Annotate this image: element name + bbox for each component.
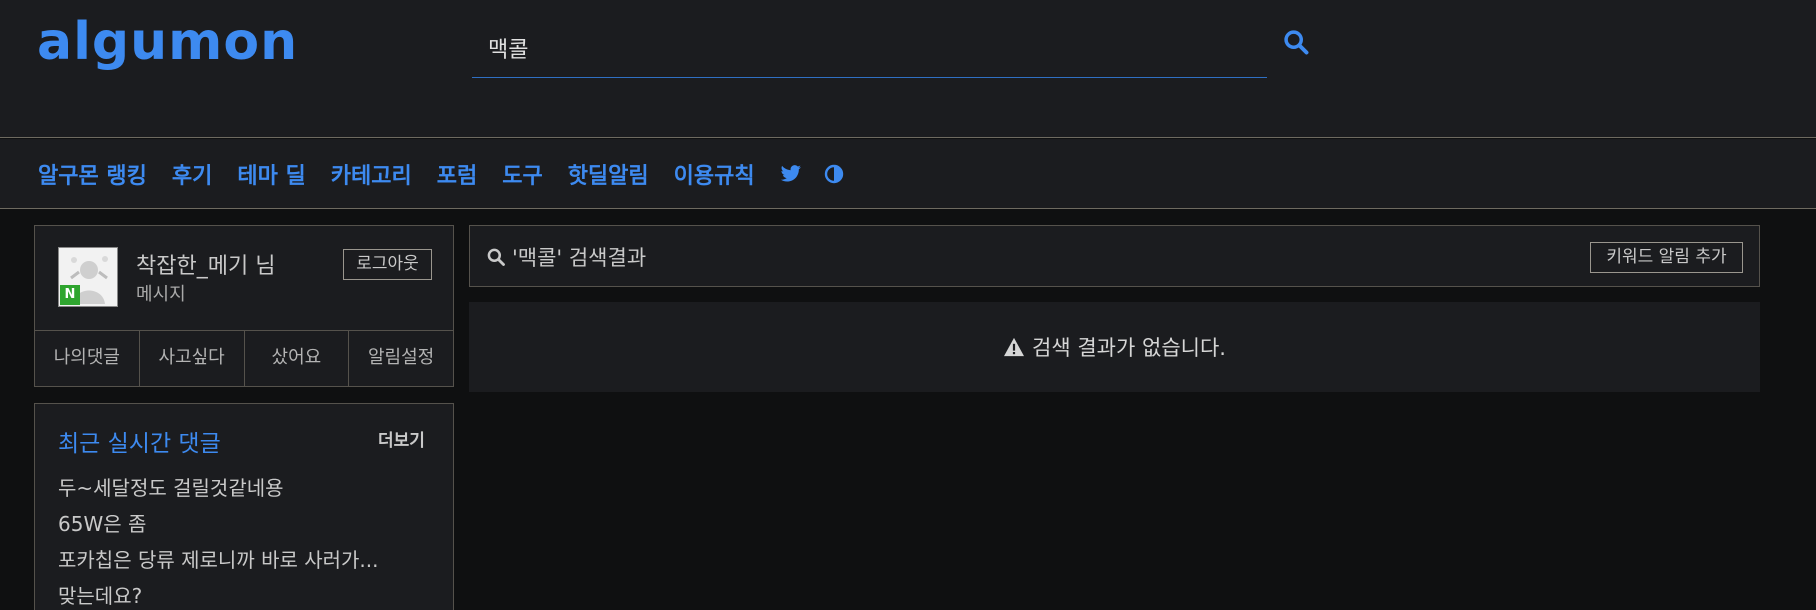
search-bar [472, 24, 1267, 78]
user-name: 착잡한_메기 님 [136, 254, 276, 279]
warning-icon [1003, 337, 1025, 357]
tab-want-to-buy[interactable]: 사고싶다 [140, 331, 245, 386]
site-logo[interactable]: algumon [37, 16, 298, 68]
tab-my-comments[interactable]: 나의댓글 [35, 331, 140, 386]
tab-alert-settings[interactable]: 알림설정 [349, 331, 453, 386]
tab-bought[interactable]: 샀어요 [245, 331, 350, 386]
list-item[interactable]: 맞는데요? [58, 578, 438, 610]
nav-item-hotdeal-alerts[interactable]: 핫딜알림 [568, 158, 649, 190]
results-title: '맥콜' 검색결과 [512, 246, 647, 270]
main-nav: 알구몬 랭킹 후기 테마 딜 카테고리 포럼 도구 핫딜알림 이용규칙 [0, 139, 1816, 209]
search-button[interactable] [1282, 28, 1314, 60]
new-badge: N [60, 285, 80, 305]
list-item[interactable]: 두~세달정도 걸릴것같네용 [58, 470, 438, 506]
more-comments-link[interactable]: 더보기 [378, 426, 425, 451]
search-results-header: '맥콜' 검색결과 키워드 알림 추가 [469, 225, 1760, 287]
comment-list: 두~세달정도 걸릴것같네용 65W은 좀 포카칩은 당류 제로니까 바로 사러가… [58, 470, 438, 610]
nav-item-tools[interactable]: 도구 [502, 158, 542, 190]
recent-comments-title: 최근 실시간 댓글 [58, 431, 221, 457]
search-icon [486, 247, 506, 267]
nav-item-rules[interactable]: 이용규칙 [674, 158, 755, 190]
empty-results: 검색 결과가 없습니다. [469, 302, 1760, 392]
top-header: algumon [0, 0, 1816, 138]
empty-message: 검색 결과가 없습니다. [1032, 336, 1226, 360]
list-item[interactable]: 65W은 좀 [58, 506, 438, 542]
results-title-row: '맥콜' 검색결과 [486, 242, 646, 272]
nav-item-forum[interactable]: 포럼 [437, 158, 477, 190]
nav-item-theme-deal[interactable]: 테마 딜 [237, 158, 305, 190]
empty-message-row: 검색 결과가 없습니다. [1003, 332, 1226, 362]
avatar[interactable]: N [58, 247, 118, 307]
add-keyword-alert-button[interactable]: 키워드 알림 추가 [1590, 242, 1743, 273]
list-item[interactable]: 포카칩은 당류 제로니까 바로 사러가... [58, 542, 438, 578]
nav-item-ranking[interactable]: 알구몬 랭킹 [38, 158, 147, 190]
profile-tabs: 나의댓글 사고싶다 샀어요 알림설정 [35, 330, 453, 386]
nav-item-category[interactable]: 카테고리 [331, 158, 412, 190]
nav-item-reviews[interactable]: 후기 [172, 158, 212, 190]
search-input[interactable] [488, 28, 1248, 68]
theme-toggle-icon[interactable] [824, 164, 844, 184]
twitter-icon[interactable] [780, 165, 802, 183]
profile-panel: N 착잡한_메기 님 메시지 로그아웃 나의댓글 사고싶다 샀어요 알림설정 [34, 225, 454, 387]
recent-comments-panel: 최근 실시간 댓글 더보기 두~세달정도 걸릴것같네용 65W은 좀 포카칩은 … [34, 403, 454, 610]
messages-link[interactable]: 메시지 [136, 280, 186, 306]
logout-button[interactable]: 로그아웃 [343, 249, 432, 280]
search-icon [1284, 30, 1309, 55]
